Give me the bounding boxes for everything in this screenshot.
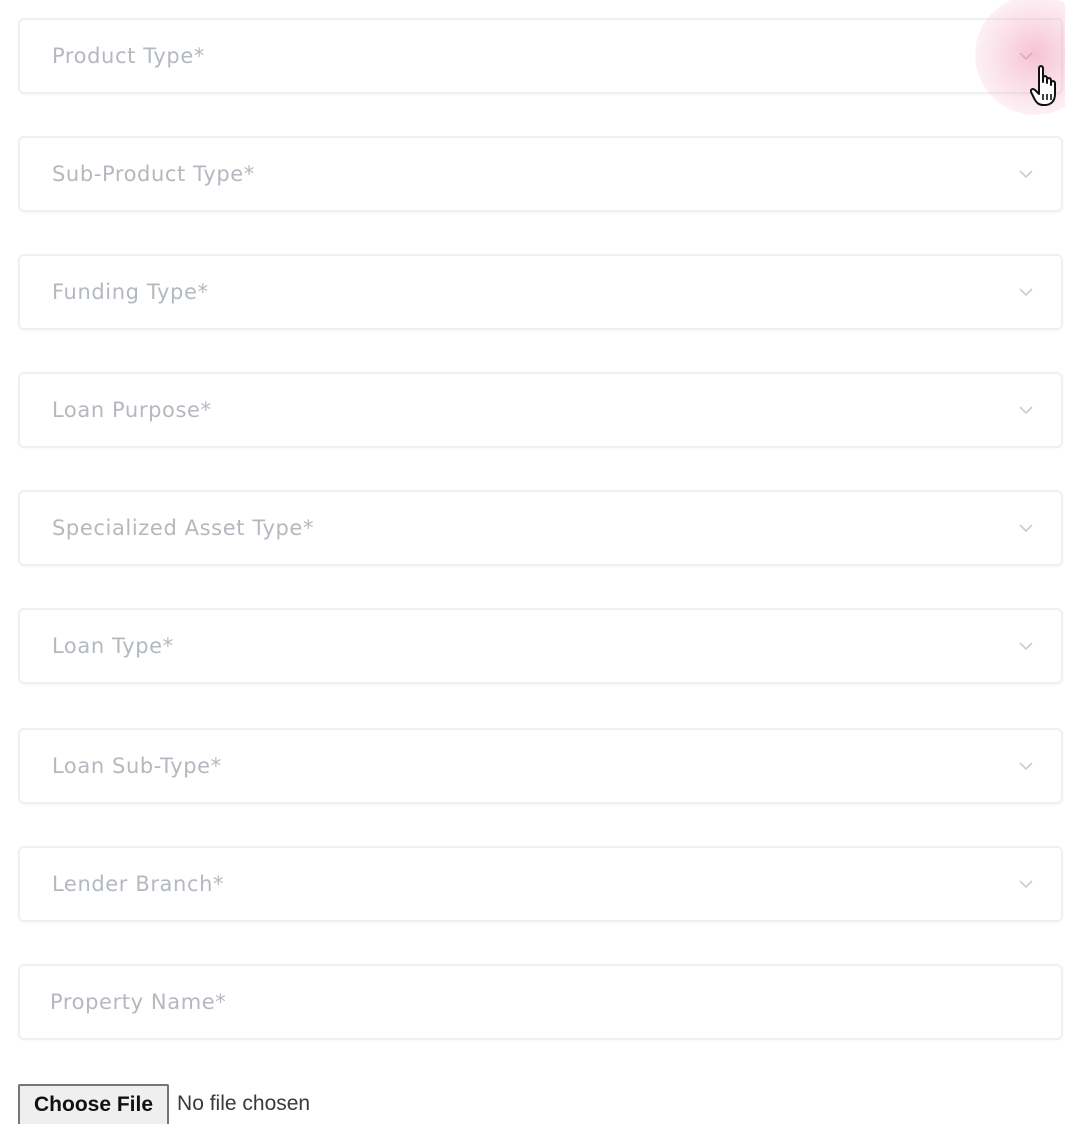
chevron-down-icon xyxy=(1019,288,1033,296)
funding-type-select[interactable]: Funding Type* xyxy=(18,254,1063,330)
loan-sub-type-select[interactable]: Loan Sub-Type* xyxy=(18,728,1063,804)
property-name-input[interactable]: Property Name* xyxy=(18,964,1063,1040)
specialized-asset-type-label: Specialized Asset Type* xyxy=(52,516,315,540)
file-input: Choose File No file chosen xyxy=(18,1084,310,1124)
loan-purpose-select[interactable]: Loan Purpose* xyxy=(18,372,1063,448)
specialized-asset-type-select[interactable]: Specialized Asset Type* xyxy=(18,490,1063,566)
loan-sub-type-label: Loan Sub-Type* xyxy=(52,754,222,778)
hand-pointer-icon xyxy=(1030,65,1056,106)
sub-product-type-label: Sub-Product Type* xyxy=(52,162,255,186)
loan-type-label: Loan Type* xyxy=(52,634,174,658)
chevron-down-icon xyxy=(1019,406,1033,414)
choose-file-button[interactable]: Choose File xyxy=(18,1084,170,1124)
sub-product-type-select[interactable]: Sub-Product Type* xyxy=(18,136,1063,212)
chevron-down-icon xyxy=(1019,170,1033,178)
file-status-text: No file chosen xyxy=(177,1092,311,1115)
chevron-down-icon xyxy=(1019,762,1033,770)
product-type-select[interactable]: Product Type* xyxy=(18,18,1063,94)
lender-branch-label: Lender Branch* xyxy=(52,872,225,896)
chevron-down-icon xyxy=(1019,52,1033,60)
chevron-down-icon xyxy=(1019,642,1033,650)
chevron-down-icon xyxy=(1019,880,1033,888)
lender-branch-select[interactable]: Lender Branch* xyxy=(18,846,1063,922)
loan-type-select[interactable]: Loan Type* xyxy=(18,608,1063,684)
funding-type-label: Funding Type* xyxy=(52,280,209,304)
loan-purpose-label: Loan Purpose* xyxy=(52,398,212,422)
product-type-label: Product Type* xyxy=(52,44,205,68)
chevron-down-icon xyxy=(1019,524,1033,532)
property-name-placeholder: Property Name* xyxy=(50,990,227,1014)
